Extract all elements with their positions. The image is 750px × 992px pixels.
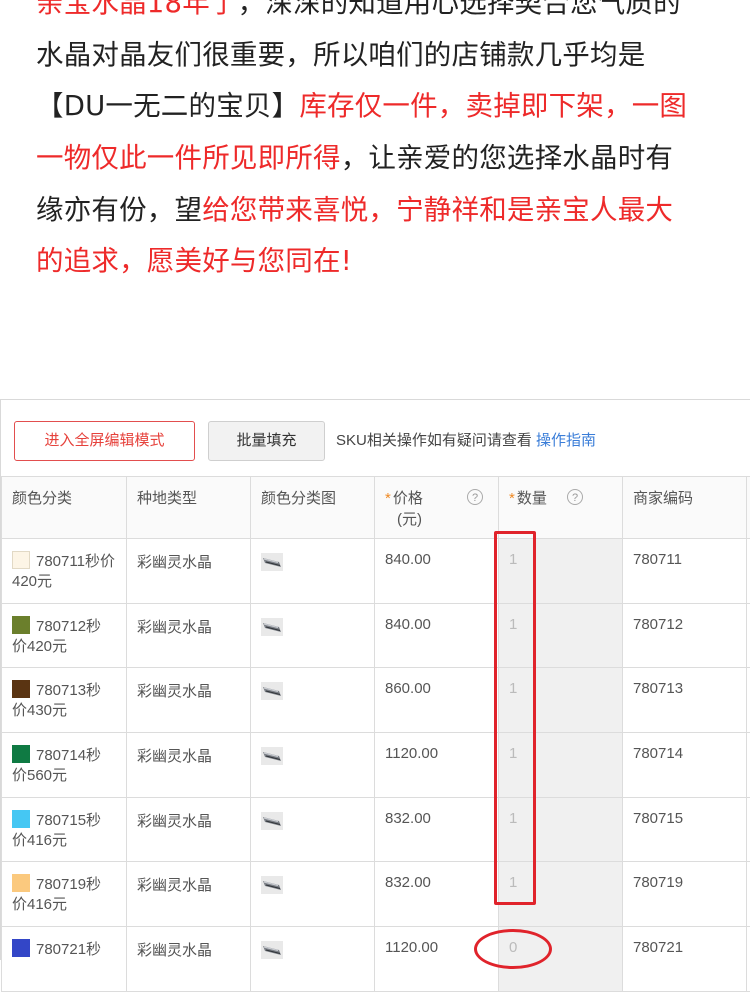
question-circle-icon[interactable]: ? — [567, 489, 583, 505]
crystal-thumbnail-icon[interactable] — [261, 682, 283, 700]
cell-extra — [747, 862, 750, 927]
question-circle-icon[interactable]: ? — [467, 489, 483, 505]
cell-price[interactable]: 832.00 — [375, 862, 499, 927]
header-color: 颜色分类 — [2, 477, 127, 539]
cell-image[interactable] — [251, 539, 375, 604]
crystal-thumbnail-icon[interactable] — [261, 618, 283, 636]
cell-extra — [747, 603, 750, 668]
crystal-thumbnail-icon[interactable] — [261, 876, 283, 894]
cell-code[interactable]: 780711 — [623, 539, 747, 604]
cell-type[interactable]: 彩幽灵水晶 — [127, 668, 251, 733]
header-code: 商家编码 — [623, 477, 747, 539]
fullscreen-edit-button[interactable]: 进入全屏编辑模式 — [14, 421, 195, 461]
crystal-thumbnail-icon[interactable] — [261, 553, 283, 571]
cell-price[interactable]: 860.00 — [375, 668, 499, 733]
color-swatch — [12, 810, 30, 828]
cell-price[interactable]: 832.00 — [375, 797, 499, 862]
guide-link[interactable]: 操作指南 — [536, 432, 596, 449]
cell-extra — [747, 539, 750, 604]
required-star-icon: * — [385, 490, 391, 507]
sku-panel: 进入全屏编辑模式 批量填充 SKU相关操作如有疑问请查看 操作指南 颜色分类 种… — [0, 399, 750, 960]
cell-extra — [747, 733, 750, 798]
sku-table: 颜色分类 种地类型 颜色分类图 *价格 (元) ? *数量 ? 商家编码 780… — [1, 476, 750, 992]
table-row: 780714秒价560元彩幽灵水晶 1120.001780714 — [2, 733, 750, 798]
cell-quantity[interactable]: 1 — [499, 603, 623, 668]
batch-fill-button[interactable]: 批量填充 — [208, 421, 325, 461]
cell-code[interactable]: 780719 — [623, 862, 747, 927]
cell-color[interactable]: 780712秒价420元 — [2, 603, 127, 668]
crystal-thumbnail-icon[interactable] — [261, 747, 283, 765]
intro-paragraph: 亲宝水晶18年了，深深的知道用心选择契合您气质的 水晶对晶友们很重要，所以咱们的… — [36, 0, 726, 288]
cell-type[interactable]: 彩幽灵水晶 — [127, 927, 251, 992]
header-qty: *数量 ? — [499, 477, 623, 539]
cell-quantity[interactable]: 1 — [499, 797, 623, 862]
header-image: 颜色分类图 — [251, 477, 375, 539]
cell-price[interactable]: 1120.00 — [375, 927, 499, 992]
table-row: 780711秒价420元彩幽灵水晶 840.001780711 — [2, 539, 750, 604]
cell-code[interactable]: 780715 — [623, 797, 747, 862]
cell-image[interactable] — [251, 603, 375, 668]
crystal-thumbnail-icon[interactable] — [261, 941, 283, 959]
cell-image[interactable] — [251, 797, 375, 862]
cell-price[interactable]: 1120.00 — [375, 733, 499, 798]
color-swatch — [12, 874, 30, 892]
cell-color[interactable]: 780713秒价430元 — [2, 668, 127, 733]
cell-type[interactable]: 彩幽灵水晶 — [127, 797, 251, 862]
cell-type[interactable]: 彩幽灵水晶 — [127, 603, 251, 668]
header-type: 种地类型 — [127, 477, 251, 539]
intro-line-6: 的追求，愿美好与您同在! — [36, 236, 726, 288]
color-swatch — [12, 939, 30, 957]
cell-image[interactable] — [251, 927, 375, 992]
cell-type[interactable]: 彩幽灵水晶 — [127, 539, 251, 604]
table-row: 780715秒价416元彩幽灵水晶 832.001780715 — [2, 797, 750, 862]
color-swatch — [12, 745, 30, 763]
cell-quantity[interactable]: 0 — [499, 927, 623, 992]
crystal-thumbnail-icon[interactable] — [261, 812, 283, 830]
cell-quantity[interactable]: 1 — [499, 733, 623, 798]
cell-extra — [747, 927, 750, 992]
cell-type[interactable]: 彩幽灵水晶 — [127, 862, 251, 927]
cell-quantity[interactable]: 1 — [499, 668, 623, 733]
cell-quantity[interactable]: 1 — [499, 539, 623, 604]
intro-line-2: 水晶对晶友们很重要，所以咱们的店铺款几乎均是 — [36, 30, 726, 82]
cell-color[interactable]: 780715秒价416元 — [2, 797, 127, 862]
intro-line-5: 缘亦有份，望给您带来喜悦，宁静祥和是亲宝人最大 — [36, 185, 726, 237]
cell-image[interactable] — [251, 733, 375, 798]
color-swatch — [12, 616, 30, 634]
intro-line-3: 【DU一无二的宝贝】库存仅一件，卖掉即下架，一图 — [36, 81, 726, 133]
cell-extra — [747, 797, 750, 862]
cell-code[interactable]: 780712 — [623, 603, 747, 668]
intro-line-1: 亲宝水晶18年了，深深的知道用心选择契合您气质的 — [36, 0, 726, 30]
cell-image[interactable] — [251, 668, 375, 733]
cell-extra — [747, 668, 750, 733]
cell-code[interactable]: 780713 — [623, 668, 747, 733]
sku-help-tip: SKU相关操作如有疑问请查看 操作指南 — [336, 429, 596, 450]
header-extra — [747, 477, 750, 539]
table-row: 780719秒价416元彩幽灵水晶 832.001780719 — [2, 862, 750, 927]
cell-image[interactable] — [251, 862, 375, 927]
sku-toolbar: 进入全屏编辑模式 批量填充 SKU相关操作如有疑问请查看 操作指南 — [1, 400, 750, 476]
cell-color[interactable]: 780721秒 — [2, 927, 127, 992]
cell-quantity[interactable]: 1 — [499, 862, 623, 927]
table-header-row: 颜色分类 种地类型 颜色分类图 *价格 (元) ? *数量 ? 商家编码 — [2, 477, 750, 539]
cell-code[interactable]: 780721 — [623, 927, 747, 992]
table-row: 780721秒彩幽灵水晶 1120.000780721 — [2, 927, 750, 992]
color-swatch — [12, 680, 30, 698]
cell-color[interactable]: 780711秒价420元 — [2, 539, 127, 604]
required-star-icon: * — [509, 490, 515, 507]
cell-color[interactable]: 780714秒价560元 — [2, 733, 127, 798]
header-price: *价格 (元) ? — [375, 477, 499, 539]
table-row: 780713秒价430元彩幽灵水晶 860.001780713 — [2, 668, 750, 733]
cell-price[interactable]: 840.00 — [375, 539, 499, 604]
cell-color[interactable]: 780719秒价416元 — [2, 862, 127, 927]
intro-line-4: 一物仅此一件所见即所得，让亲爱的您选择水晶时有 — [36, 133, 726, 185]
color-swatch — [12, 551, 30, 569]
cell-type[interactable]: 彩幽灵水晶 — [127, 733, 251, 798]
cell-price[interactable]: 840.00 — [375, 603, 499, 668]
table-row: 780712秒价420元彩幽灵水晶 840.001780712 — [2, 603, 750, 668]
cell-code[interactable]: 780714 — [623, 733, 747, 798]
